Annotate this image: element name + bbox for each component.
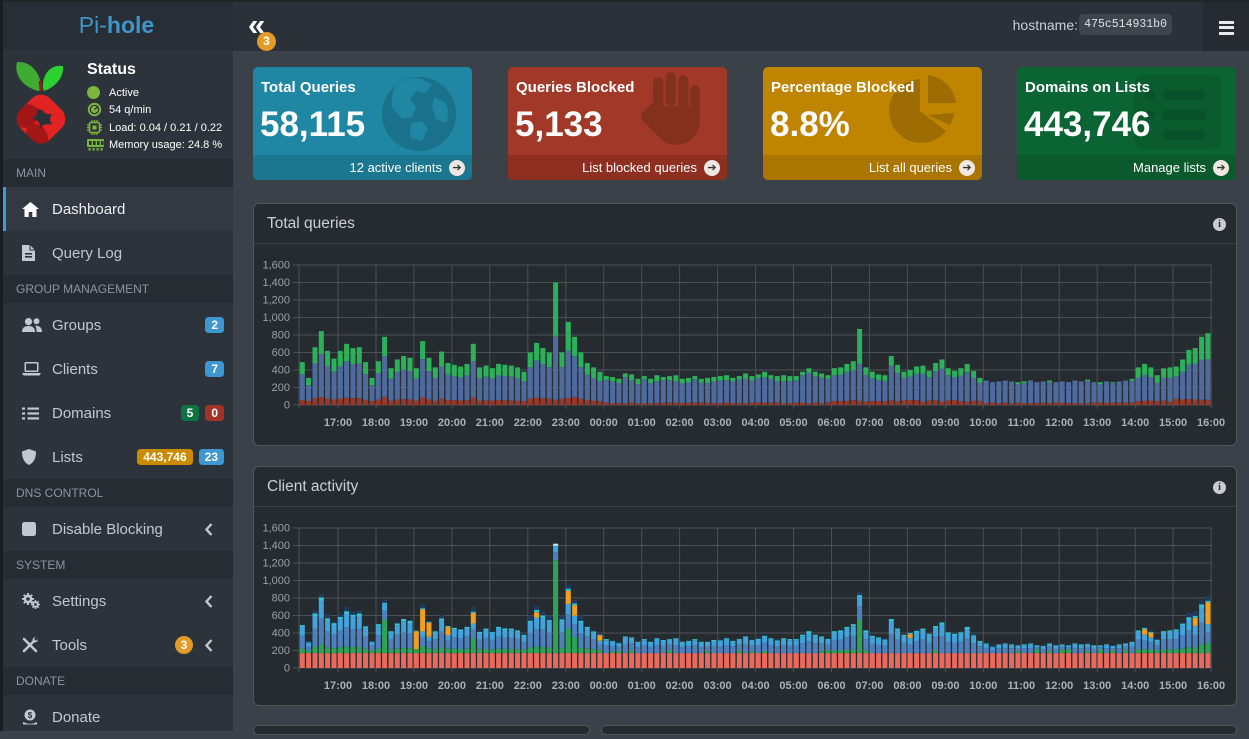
svg-text:1,400: 1,400	[262, 540, 290, 552]
svg-text:12:00: 12:00	[1045, 680, 1073, 692]
svg-text:200: 200	[272, 382, 290, 394]
svg-text:16:00: 16:00	[1197, 417, 1225, 429]
svg-text:17:00: 17:00	[324, 417, 352, 429]
svg-text:22:00: 22:00	[514, 680, 542, 692]
svg-text:1,000: 1,000	[262, 312, 290, 324]
svg-text:14:00: 14:00	[1121, 417, 1149, 429]
svg-text:600: 600	[272, 347, 290, 359]
svg-text:10:00: 10:00	[969, 417, 997, 429]
svg-text:10:00: 10:00	[969, 680, 997, 692]
svg-text:14:00: 14:00	[1121, 680, 1149, 692]
svg-text:200: 200	[272, 645, 290, 657]
svg-text:02:00: 02:00	[666, 417, 694, 429]
svg-text:01:00: 01:00	[628, 680, 656, 692]
svg-text:04:00: 04:00	[742, 680, 770, 692]
svg-text:17:00: 17:00	[324, 680, 352, 692]
svg-text:03:00: 03:00	[704, 417, 732, 429]
svg-text:23:00: 23:00	[552, 680, 580, 692]
svg-text:06:00: 06:00	[817, 680, 845, 692]
svg-text:800: 800	[272, 593, 290, 605]
svg-text:0: 0	[284, 663, 290, 675]
svg-text:00:00: 00:00	[590, 417, 618, 429]
svg-text:19:00: 19:00	[400, 680, 428, 692]
svg-text:22:00: 22:00	[514, 417, 542, 429]
svg-text:400: 400	[272, 365, 290, 377]
svg-text:06:00: 06:00	[817, 417, 845, 429]
svg-text:13:00: 13:00	[1083, 680, 1111, 692]
svg-text:1,200: 1,200	[262, 295, 290, 307]
svg-text:23:00: 23:00	[552, 417, 580, 429]
svg-text:02:00: 02:00	[666, 680, 694, 692]
svg-text:08:00: 08:00	[893, 417, 921, 429]
svg-text:05:00: 05:00	[779, 417, 807, 429]
svg-text:800: 800	[272, 330, 290, 342]
svg-text:1,600: 1,600	[262, 523, 290, 535]
svg-text:1,400: 1,400	[262, 277, 290, 289]
svg-text:03:00: 03:00	[704, 680, 732, 692]
svg-text:18:00: 18:00	[362, 417, 390, 429]
svg-text:$: $	[28, 711, 33, 720]
svg-text:01:00: 01:00	[628, 417, 656, 429]
svg-text:05:00: 05:00	[779, 680, 807, 692]
svg-text:15:00: 15:00	[1159, 680, 1187, 692]
svg-text:0: 0	[284, 400, 290, 412]
svg-text:1,600: 1,600	[262, 260, 290, 272]
svg-text:1,200: 1,200	[262, 558, 290, 570]
svg-text:1,000: 1,000	[262, 575, 290, 587]
svg-text:09:00: 09:00	[931, 417, 959, 429]
svg-text:07:00: 07:00	[855, 680, 883, 692]
svg-text:21:00: 21:00	[476, 417, 504, 429]
svg-text:20:00: 20:00	[438, 417, 466, 429]
svg-text:00:00: 00:00	[590, 680, 618, 692]
svg-text:19:00: 19:00	[400, 417, 428, 429]
svg-text:20:00: 20:00	[438, 680, 466, 692]
svg-text:400: 400	[272, 628, 290, 640]
svg-text:11:00: 11:00	[1008, 417, 1036, 429]
svg-text:21:00: 21:00	[476, 680, 504, 692]
svg-text:18:00: 18:00	[362, 680, 390, 692]
svg-text:12:00: 12:00	[1045, 417, 1073, 429]
svg-text:11:00: 11:00	[1008, 680, 1036, 692]
svg-text:04:00: 04:00	[742, 417, 770, 429]
svg-text:08:00: 08:00	[893, 680, 921, 692]
svg-text:16:00: 16:00	[1197, 680, 1225, 692]
svg-text:09:00: 09:00	[931, 680, 959, 692]
svg-text:600: 600	[272, 610, 290, 622]
svg-text:15:00: 15:00	[1159, 417, 1187, 429]
svg-text:07:00: 07:00	[855, 417, 883, 429]
svg-text:13:00: 13:00	[1083, 417, 1111, 429]
